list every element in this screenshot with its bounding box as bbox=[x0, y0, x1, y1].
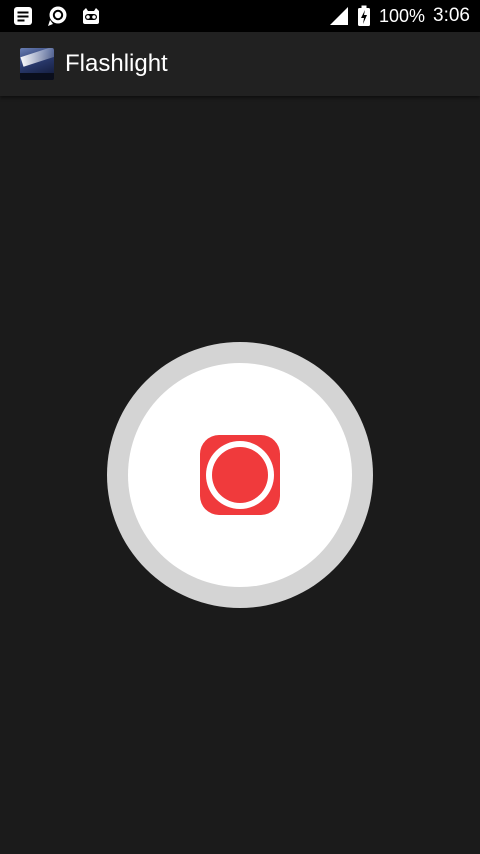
message-icon bbox=[14, 7, 32, 25]
toggle-button-face bbox=[128, 363, 352, 587]
battery-percentage: 100% bbox=[378, 5, 426, 26]
system-status: 100% 3:06 bbox=[329, 0, 470, 32]
record-icon-dot bbox=[212, 447, 268, 503]
clock: 3:06 bbox=[433, 5, 470, 26]
flashlight-app-icon[interactable] bbox=[20, 48, 54, 80]
record-icon-ring bbox=[206, 441, 274, 509]
cyanogen-mascot-icon bbox=[83, 8, 99, 24]
cell-signal-icon bbox=[329, 7, 348, 25]
chat-search-icon bbox=[48, 6, 67, 26]
flashlight-toggle-button[interactable] bbox=[107, 342, 373, 608]
flashlight-screen: 100% 3:06 Flashlight bbox=[0, 0, 480, 854]
status-bar: 100% 3:06 bbox=[0, 0, 480, 32]
record-icon bbox=[200, 435, 280, 515]
notification-icons bbox=[12, 4, 102, 28]
app-icon-beam bbox=[20, 48, 54, 67]
app-title: Flashlight bbox=[65, 50, 168, 77]
battery-charging-icon bbox=[357, 5, 370, 26]
action-bar: Flashlight bbox=[0, 32, 480, 96]
app-icon-ground bbox=[20, 73, 54, 80]
